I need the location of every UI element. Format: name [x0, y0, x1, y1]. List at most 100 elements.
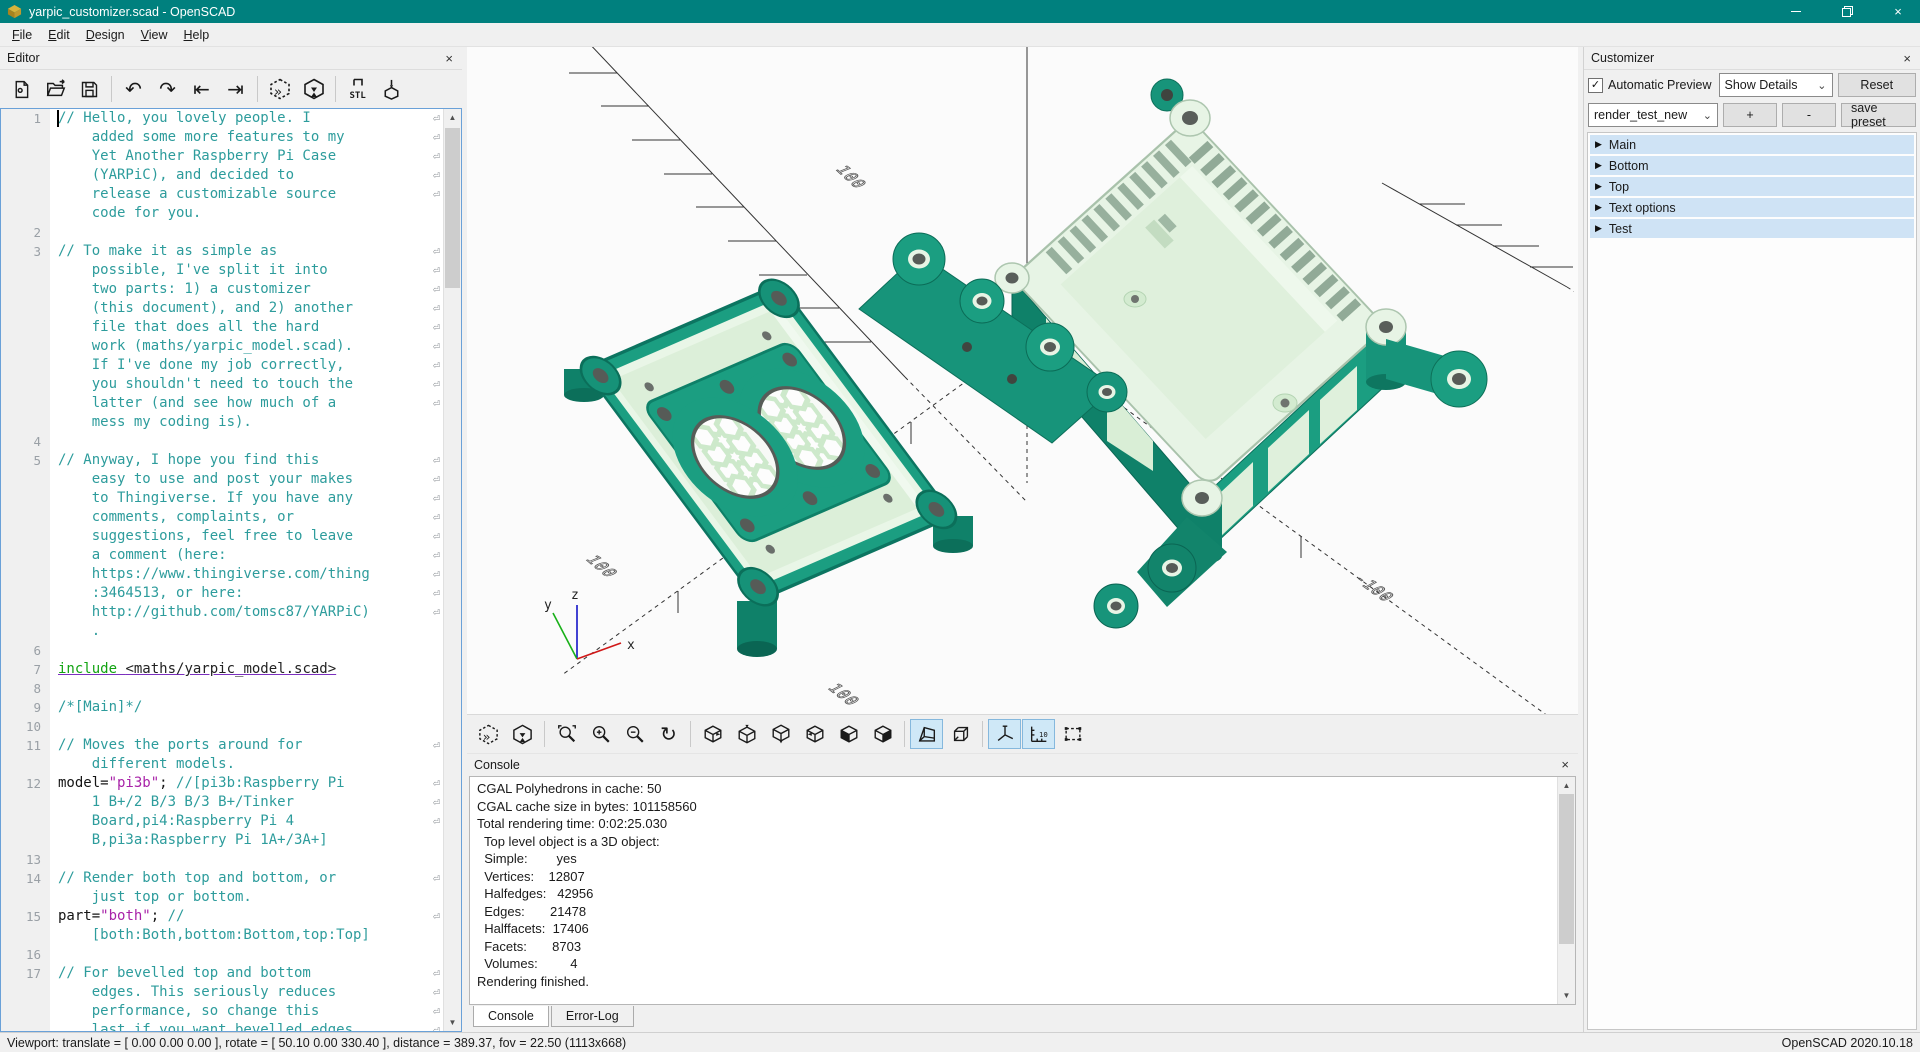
code-row[interactable]: a comment (here:⏎	[1, 546, 443, 565]
code-row[interactable]: 1 B+/2 B/3 B/3 B+/Tinker⏎	[1, 793, 443, 812]
code-row[interactable]: latter (and see how much of a⏎	[1, 394, 443, 413]
code-row[interactable]: file that does all the hard⏎	[1, 318, 443, 337]
code-row[interactable]: 8	[1, 679, 443, 698]
scroll-down-icon[interactable]: ▼	[1558, 987, 1575, 1004]
code-row[interactable]: code for you.	[1, 204, 443, 223]
customizer-close-icon[interactable]: ×	[1901, 51, 1913, 66]
indent-button[interactable]: ⇥	[219, 73, 252, 105]
console-close-icon[interactable]: ×	[1559, 757, 1571, 772]
editor-scroll-track[interactable]	[444, 126, 461, 1014]
automatic-preview-checkbox[interactable]: ✓	[1588, 78, 1603, 93]
menu-view[interactable]: View	[133, 26, 176, 44]
code-row[interactable]: 15part="both"; //⏎	[1, 907, 443, 926]
code-row[interactable]: 3// To make it as simple as⏎	[1, 242, 443, 261]
unindent-button[interactable]: ⇤	[185, 73, 218, 105]
console-output[interactable]: CGAL Polyhedrons in cache: 50CGAL cache …	[470, 777, 1557, 1004]
redo-button[interactable]: ↷	[151, 73, 184, 105]
code-row[interactable]: https://www.thingiverse.com/thing⏎	[1, 565, 443, 584]
code-row[interactable]: 11// Moves the ports around for⏎	[1, 736, 443, 755]
menu-design[interactable]: Design	[78, 26, 133, 44]
close-button[interactable]: ×	[1876, 0, 1920, 23]
code-row[interactable]: work (maths/yarpic_model.scad).⏎	[1, 337, 443, 356]
view-left-button[interactable]	[798, 719, 831, 749]
code-row[interactable]: 14// Render both top and bottom, or⏎	[1, 869, 443, 888]
code-row[interactable]: 4	[1, 432, 443, 451]
tab-console[interactable]: Console	[473, 1006, 549, 1027]
section-main[interactable]: ▶Main	[1590, 135, 1914, 154]
vp-preview-button[interactable]: »	[472, 719, 505, 749]
code-row[interactable]: suggestions, feel free to leave⏎	[1, 527, 443, 546]
code-row[interactable]: B,pi3a:Raspberry Pi 1A+/3A+]	[1, 831, 443, 850]
code-row[interactable]: added some more features to my⏎	[1, 128, 443, 147]
remove-preset-button[interactable]: -	[1782, 103, 1836, 127]
orthogonal-view-button[interactable]	[944, 719, 977, 749]
editor-scrollbar[interactable]: ▲ ▼	[443, 109, 461, 1031]
view-bottom-button[interactable]	[764, 719, 797, 749]
save-preset-button[interactable]: save preset	[1841, 103, 1916, 127]
preview-button[interactable]: »	[263, 73, 296, 105]
menu-help[interactable]: Help	[176, 26, 218, 44]
code-row[interactable]: (this document), and 2) another⏎	[1, 299, 443, 318]
code-row[interactable]: 9/*[Main]*/	[1, 698, 443, 717]
code-row[interactable]: performance, so change this⏎	[1, 1002, 443, 1021]
print-3d-button[interactable]	[375, 73, 408, 105]
perspective-view-button[interactable]	[910, 719, 943, 749]
view-back-button[interactable]	[866, 719, 899, 749]
zoom-out-button[interactable]	[618, 719, 651, 749]
code-row[interactable]: If I've done my job correctly,⏎	[1, 356, 443, 375]
restore-button[interactable]	[1825, 0, 1869, 23]
code-row[interactable]: http://github.com/tomsc87/YARPiC)⏎	[1, 603, 443, 622]
editor-scroll-thumb[interactable]	[445, 128, 460, 288]
vp-render-button[interactable]	[506, 719, 539, 749]
new-file-button[interactable]	[5, 73, 38, 105]
code-row[interactable]: easy to use and post your makes⏎	[1, 470, 443, 489]
minimize-button[interactable]	[1774, 0, 1818, 23]
code-row[interactable]: 6	[1, 641, 443, 660]
code-row[interactable]: 17// For bevelled top and bottom⏎	[1, 964, 443, 983]
code-row[interactable]: 10	[1, 717, 443, 736]
code-row[interactable]: 12model="pi3b"; //[pi3b:Raspberry Pi⏎	[1, 774, 443, 793]
preset-dropdown[interactable]: render_test_new ⌄	[1588, 103, 1718, 127]
section-top[interactable]: ▶Top	[1590, 177, 1914, 196]
code-row[interactable]: you shouldn't need to touch the⏎	[1, 375, 443, 394]
view-all-button[interactable]	[1056, 719, 1089, 749]
show-axes-button[interactable]	[988, 719, 1021, 749]
code-row[interactable]: Board,pi4:Raspberry Pi 4⏎	[1, 812, 443, 831]
undo-button[interactable]: ↶	[117, 73, 150, 105]
show-scale-markers-button[interactable]: 10	[1022, 719, 1055, 749]
add-preset-button[interactable]: +	[1723, 103, 1777, 127]
code-row[interactable]: different models.	[1, 755, 443, 774]
code-row[interactable]: edges. This seriously reduces⏎	[1, 983, 443, 1002]
menu-edit[interactable]: Edit	[40, 26, 78, 44]
console-scroll-track[interactable]	[1558, 794, 1575, 987]
view-front-button[interactable]	[832, 719, 865, 749]
code-row[interactable]: last if you want bevelled edges.⏎	[1, 1021, 443, 1031]
export-stl-button[interactable]: STL	[341, 73, 374, 105]
open-file-button[interactable]	[39, 73, 72, 105]
save-button[interactable]	[73, 73, 106, 105]
menu-file[interactable]: File	[4, 26, 40, 44]
code-row[interactable]: 5// Anyway, I hope you find this⏎	[1, 451, 443, 470]
reset-button[interactable]: Reset	[1838, 73, 1916, 97]
code-row[interactable]: 7include <maths/yarpic_model.scad>	[1, 660, 443, 679]
code-row[interactable]: 1// Hello, you lovely people. I⏎	[1, 109, 443, 128]
reset-view-button[interactable]: ↻	[652, 719, 685, 749]
code-row[interactable]: possible, I've split it into⏎	[1, 261, 443, 280]
code-row[interactable]: 16	[1, 945, 443, 964]
code-row[interactable]: release a customizable source⏎	[1, 185, 443, 204]
code-row[interactable]: just top or bottom.	[1, 888, 443, 907]
zoom-in-button[interactable]	[584, 719, 617, 749]
code-row[interactable]: two parts: 1) a customizer⏎	[1, 280, 443, 299]
console-scroll-thumb[interactable]	[1559, 794, 1574, 944]
section-test[interactable]: ▶Test	[1590, 219, 1914, 238]
code-row[interactable]: 13	[1, 850, 443, 869]
render-button[interactable]	[297, 73, 330, 105]
scroll-up-icon[interactable]: ▲	[1558, 777, 1575, 794]
scroll-down-icon[interactable]: ▼	[444, 1014, 461, 1031]
section-text-options[interactable]: ▶Text options	[1590, 198, 1914, 217]
code-row[interactable]: [both:Both,bottom:Bottom,top:Top]	[1, 926, 443, 945]
3d-viewport[interactable]: 100 100 -100 100	[467, 47, 1578, 715]
code-row[interactable]: mess my coding is).	[1, 413, 443, 432]
section-bottom[interactable]: ▶Bottom	[1590, 156, 1914, 175]
view-top-button[interactable]	[730, 719, 763, 749]
